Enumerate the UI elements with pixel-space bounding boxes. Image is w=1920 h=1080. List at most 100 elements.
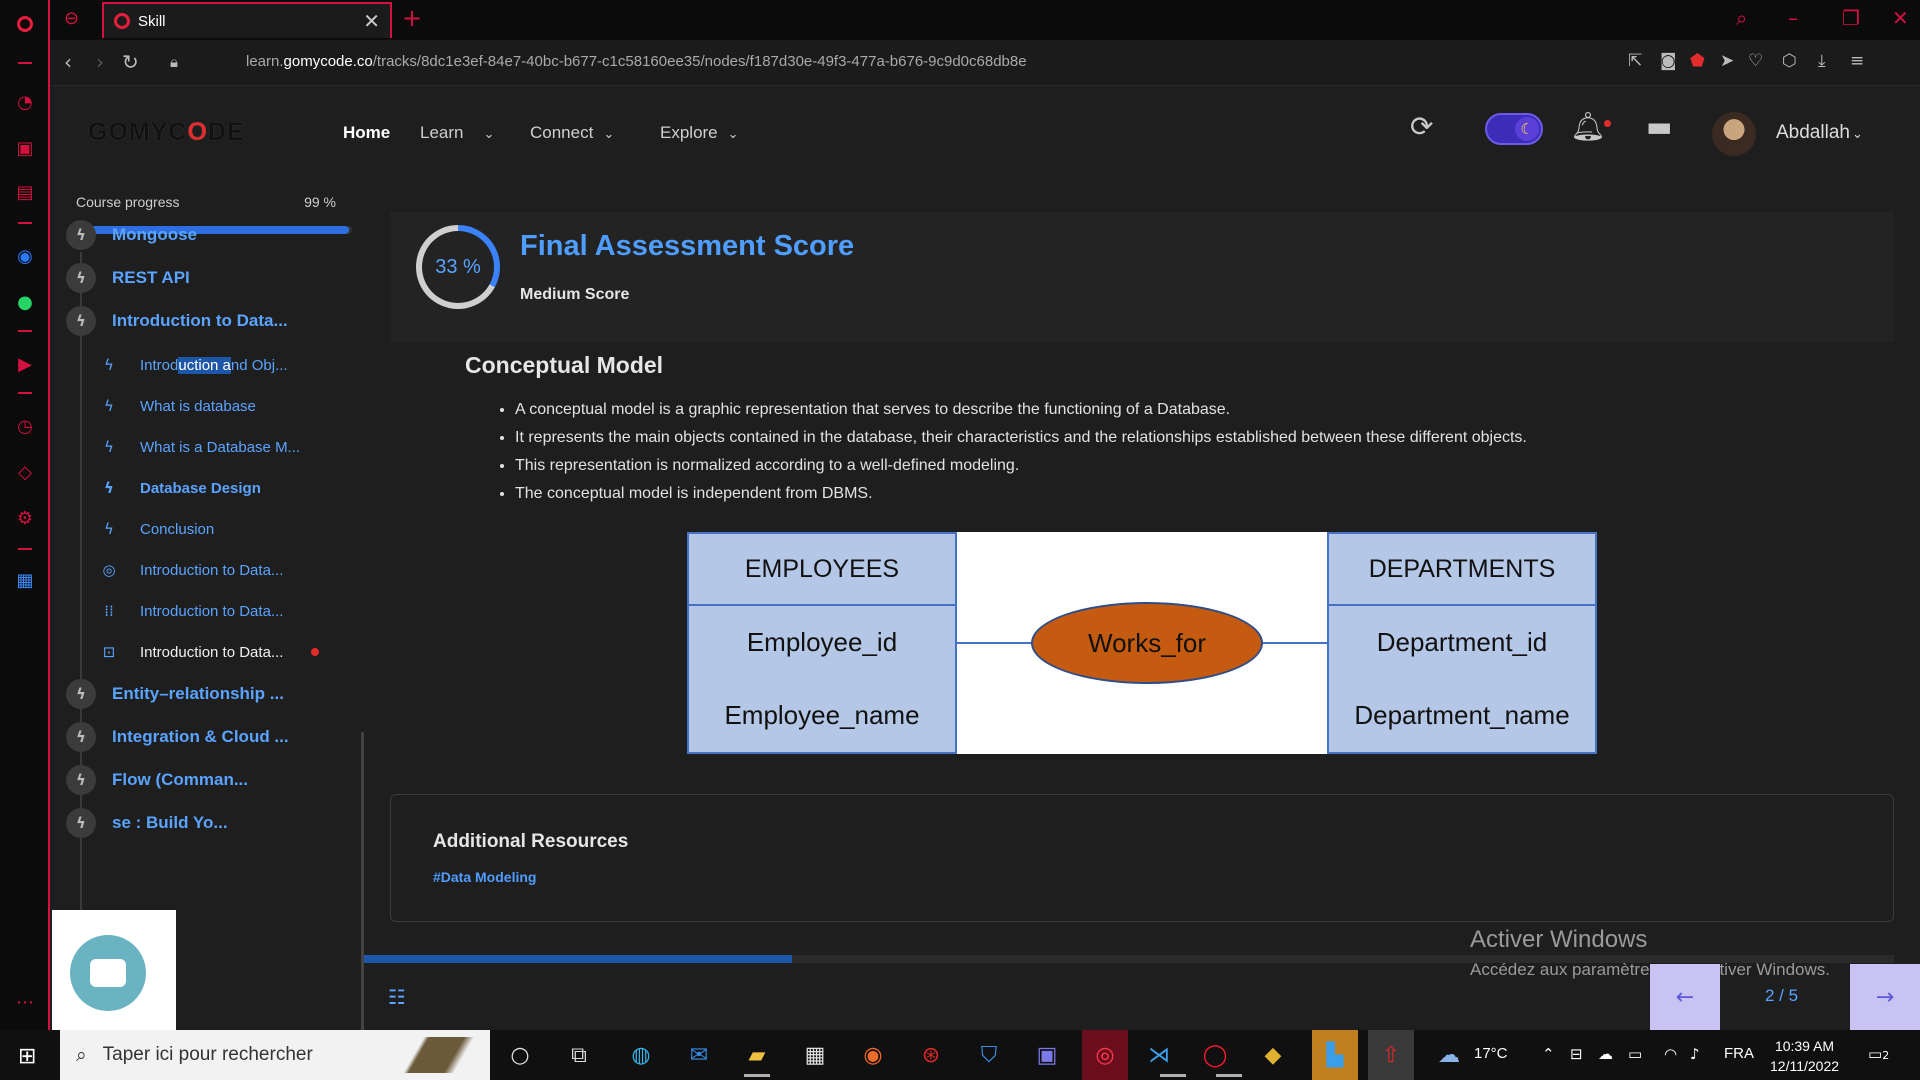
camera-icon[interactable]: ◙ [1660, 51, 1677, 71]
history-icon[interactable]: ◷ [13, 414, 37, 438]
store-icon[interactable]: ▦ [798, 1038, 832, 1072]
close-window-icon[interactable]: ✕ [1892, 6, 1909, 30]
next-button[interactable]: → [1850, 964, 1920, 1030]
module-item[interactable]: ϟ Integration & Cloud ... [66, 722, 289, 752]
sidebar-scrollbar[interactable] [361, 732, 364, 1030]
nav-learn[interactable]: Learn ⌄ [420, 123, 494, 143]
lesson-item[interactable]: ϟ Introduction and Obj... [98, 356, 288, 374]
tray-cloud-icon[interactable]: ☁ [1598, 1045, 1613, 1063]
windows-start-icon[interactable]: ⊞ [18, 1044, 36, 1069]
lesson-item[interactable]: ◎ Introduction to Data... [98, 561, 283, 579]
tab-skill[interactable]: Skill ✕ [102, 2, 392, 38]
user-menu[interactable]: Abdallah ⌄ [1776, 122, 1863, 144]
module-item[interactable]: ϟ Entity–relationship ... [66, 679, 284, 709]
new-tab-plus-icon[interactable]: + [402, 4, 422, 32]
shopping-icon[interactable]: ▣ [13, 136, 37, 160]
download-icon[interactable]: ⤓ [1818, 51, 1826, 71]
settings-gear-icon[interactable]: ⚙ [13, 506, 37, 530]
more-dots-icon[interactable]: ⋯ [13, 990, 37, 1014]
lesson-item[interactable]: ϟ What is a Database M... [98, 438, 300, 456]
weather-temp[interactable]: 17°C [1474, 1045, 1508, 1062]
lesson-item[interactable]: ⁞⁞ Introduction to Data... [98, 602, 283, 620]
reload-icon[interactable]: ↻ [122, 50, 139, 74]
workspace-icon[interactable]: ⊖ [64, 8, 79, 29]
extensions-cube-icon[interactable]: ◇ [13, 460, 37, 484]
url-field[interactable]: learn.gomycode.co/tracks/8dc1e3ef-84e7-4… [246, 53, 1027, 70]
entity-attribute: Department_name [1354, 700, 1570, 730]
target-icon: ◎ [102, 561, 116, 579]
search-placeholder: Taper ici pour rechercher [102, 1044, 313, 1065]
opera-taskbar-icon[interactable]: ◯ [1198, 1038, 1232, 1072]
previous-button[interactable]: ← [1650, 964, 1720, 1030]
tray-device-icon[interactable]: ⊟ [1570, 1045, 1583, 1063]
speed-dial-icon[interactable]: ◔ [13, 90, 37, 114]
forward-icon[interactable]: › [96, 50, 104, 74]
security-shield-icon[interactable]: ⛉ [972, 1038, 1006, 1072]
lesson-item[interactable]: ⊡ Introduction to Data... [98, 643, 320, 661]
course-progress-label: Course progress [76, 194, 180, 210]
antivirus-icon[interactable]: ⊛ [914, 1038, 948, 1072]
table-of-contents-icon[interactable]: ☷ [388, 985, 406, 1009]
send-icon[interactable]: ➤ [1720, 51, 1734, 71]
clock[interactable]: 10:39 AM 12/11/2022 [1770, 1036, 1839, 1076]
additional-resources: Additional Resources #Data Modeling [390, 794, 1894, 922]
nav-connect[interactable]: Connect ⌄ [530, 123, 614, 143]
edge-icon[interactable]: ◍ [624, 1038, 658, 1072]
messenger-icon[interactable]: ◉ [13, 244, 37, 268]
refresh-icon[interactable]: ⟳ [1410, 110, 1433, 143]
nav-explore[interactable]: Explore ⌄ [660, 123, 739, 143]
language-indicator[interactable]: FRA [1724, 1045, 1754, 1062]
search-tabs-icon[interactable]: ⌕ [1736, 6, 1747, 30]
minimize-icon[interactable]: – [1788, 6, 1798, 30]
avatar[interactable] [1712, 112, 1756, 156]
easy-setup-icon[interactable]: ≡ [1850, 51, 1864, 71]
lesson-item-current[interactable]: ϟ Database Design [98, 479, 261, 497]
git-icon[interactable]: ◆ [1256, 1038, 1290, 1072]
opera-logo-icon[interactable] [13, 12, 37, 36]
whatsapp-icon[interactable]: ● [13, 290, 37, 314]
messages-icon[interactable]: ▬ [1646, 110, 1672, 143]
gomycode-logo[interactable]: GOMYCODE [88, 118, 245, 147]
cube-icon[interactable]: ⬡ [1782, 51, 1797, 71]
share-icon[interactable]: ⇱ [1628, 51, 1642, 71]
dark-mode-toggle[interactable]: ☾ [1485, 113, 1543, 145]
folder-app-icon[interactable]: ▙ [1312, 1030, 1358, 1080]
score-ring: 33 % [416, 225, 500, 309]
taskbar-search[interactable]: ⌕ Taper ici pour rechercher [60, 1030, 490, 1080]
tray-chevron-up-icon[interactable]: ⌃ [1542, 1045, 1555, 1063]
module-item[interactable]: ϟ REST API [66, 263, 190, 293]
teams-icon[interactable]: ▣ [1030, 1038, 1064, 1072]
module-item[interactable]: ϟ Mongoose [66, 220, 197, 250]
chat-launcher-button[interactable] [70, 935, 146, 1011]
upload-app-icon[interactable]: ⇧ [1368, 1030, 1414, 1080]
vscode-icon[interactable]: ⋊ [1142, 1038, 1176, 1072]
lesson-item[interactable]: ϟ Conclusion [98, 520, 214, 538]
module-item[interactable]: ϟ se : Build Yo... [66, 808, 228, 838]
close-tab-icon[interactable]: ✕ [363, 9, 380, 33]
notifications-bell-icon[interactable]: 🔔︎ [1570, 110, 1606, 143]
lesson-item[interactable]: ϟ What is database [98, 397, 256, 415]
heart-icon[interactable]: ♡ [1748, 51, 1763, 71]
module-item[interactable]: ϟ Introduction to Data... [66, 306, 288, 336]
nav-home[interactable]: Home [343, 123, 390, 143]
firefox-icon[interactable]: ◉ [856, 1038, 890, 1072]
module-item[interactable]: ϟ Flow (Comman... [66, 765, 248, 795]
file-explorer-icon[interactable]: ▰ [740, 1038, 774, 1072]
translator-icon[interactable]: ▦ [13, 568, 37, 592]
chevron-down-icon: ⌄ [603, 127, 615, 142]
player-icon[interactable]: ▶ [13, 352, 37, 376]
twitch-icon[interactable]: ▤ [13, 180, 37, 204]
mail-icon[interactable]: ✉ [682, 1038, 716, 1072]
battery-icon[interactable]: ▭ [1628, 1045, 1642, 1063]
task-view-icon[interactable]: ⧉ [562, 1038, 596, 1072]
restore-icon[interactable]: ❐ [1842, 6, 1860, 30]
opera-gx-taskbar-icon[interactable]: ◎ [1082, 1030, 1128, 1080]
adblock-shield-icon[interactable]: ⬟ [1690, 51, 1705, 71]
cortana-icon[interactable]: ○ [503, 1038, 537, 1072]
windows-taskbar: ⊞ ⌕ Taper ici pour rechercher ○ ⧉ ◍ ✉ ▰ … [0, 1030, 1920, 1080]
wifi-icon[interactable]: ◠ [1664, 1045, 1677, 1063]
back-icon[interactable]: ‹ [64, 50, 72, 74]
volume-icon[interactable]: ♪ [1690, 1045, 1700, 1063]
notification-center-icon[interactable]: ▭2 [1868, 1045, 1889, 1063]
resource-tag-link[interactable]: #Data Modeling [433, 869, 536, 885]
